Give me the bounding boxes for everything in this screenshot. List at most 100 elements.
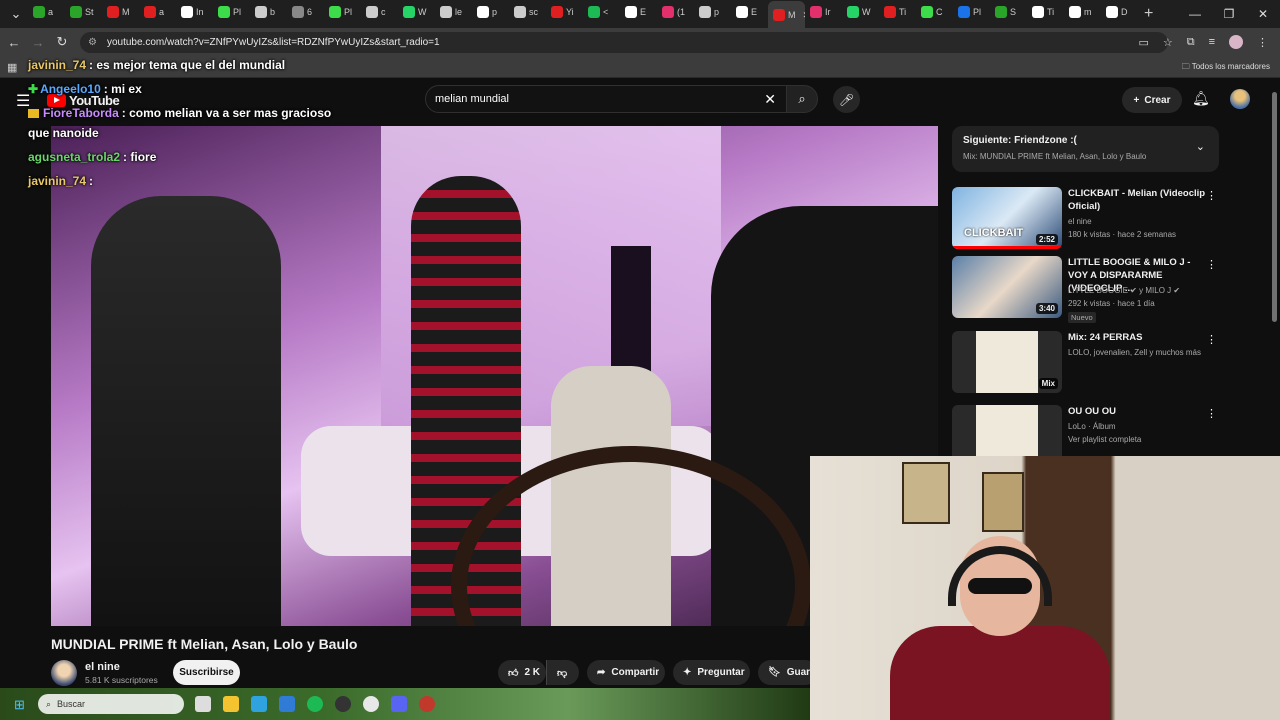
chrome-icon[interactable] [363,696,379,712]
file-explorer-icon[interactable] [223,696,239,712]
recommendation-channel[interactable]: el nine [1068,217,1092,226]
edge-icon[interactable] [251,696,267,712]
restore-icon[interactable]: ❐ [1212,0,1246,28]
video-thumbnail[interactable]: 3:40 [952,256,1062,318]
extensions-icon[interactable]: ⧉ [1187,36,1195,49]
browser-tab[interactable]: p [472,0,509,25]
tab-favicon-icon [1106,6,1118,18]
recommendation-item[interactable]: Mix Mix: 24 PERRAS LOLO, jovenalien, Zell … [952,331,1219,401]
recommendation-title[interactable]: OU OU OU [1068,405,1206,418]
dislike-button[interactable]: 👎︎ [546,660,579,685]
more-actions-icon[interactable]: ⋮ [1206,333,1217,346]
windows-start-icon[interactable]: ⊞ [14,697,25,713]
browser-tab[interactable]: a [139,0,176,25]
channel-avatar[interactable] [51,660,77,686]
site-info-icon[interactable]: ⚙ [88,37,97,48]
browser-tab[interactable]: M [102,0,139,25]
recommendation-item[interactable]: CLICKBAIT 2:52 CLICKBAIT - Melian (Videocl… [952,187,1219,257]
browser-tab[interactable]: Ti [879,0,916,25]
video-thumbnail[interactable]: CLICKBAIT 2:52 [952,187,1062,249]
browser-tab[interactable]: Pl [953,0,990,25]
tab-favicon-icon [440,6,452,18]
address-bar[interactable]: ⚙ youtube.com/watch?v=ZNfPYwUyIZs&list=R… [80,32,1168,53]
create-button[interactable]: + Crear [1122,87,1182,113]
channel-name[interactable]: el nine [85,661,120,673]
cast-icon[interactable]: ▭ [1138,36,1148,49]
all-bookmarks-folder[interactable]: 🗀 Todos los marcadores [1182,61,1270,75]
share-button[interactable]: ➦ Compartir [587,660,665,685]
recommendation-channel[interactable]: LoLo · Álbum [1068,422,1116,431]
browser-tab[interactable]: le [435,0,472,25]
browser-tab[interactable]: S [990,0,1027,25]
recommendation-title[interactable]: CLICKBAIT - Melian (Videoclip Oficial) [1068,187,1206,213]
apps-grid-icon[interactable]: ▦ [7,61,17,74]
browser-tab[interactable]: sc [509,0,546,25]
tab-search-icon[interactable]: ⌄ [4,6,28,22]
media-icon[interactable]: ≡ [1209,36,1215,48]
recommendation-channel[interactable]: LITTLE BOOGIE ✔ y MILO J ✔ [1068,286,1180,295]
browser-tab[interactable]: E [731,0,768,25]
profile-avatar[interactable] [1229,35,1243,49]
ask-button[interactable]: ✦ Preguntar [673,660,750,685]
browser-tab[interactable]: < [583,0,620,25]
browser-tab[interactable]: m [1064,0,1101,25]
page-scrollbar[interactable] [1272,92,1277,322]
browser-tab[interactable]: D [1101,0,1138,25]
more-actions-icon[interactable]: ⋮ [1206,407,1217,420]
back-icon[interactable]: ← [2,35,26,50]
subscribe-button[interactable]: Suscribirse [173,660,240,685]
voice-search-button[interactable]: 🎤︎ [833,86,860,113]
browser-tab[interactable]: c [361,0,398,25]
browser-tab[interactable]: W [398,0,435,25]
chevron-down-icon[interactable]: ⌄ [1196,140,1205,153]
discord-icon[interactable] [391,696,407,712]
browser-tab[interactable]: M✕ [768,1,805,29]
browser-tab[interactable]: Yi [546,0,583,25]
bookmark-star-icon[interactable]: ☆ [1163,36,1173,49]
recommendation-meta[interactable]: Ver playlist completa [1068,435,1141,444]
browser-tab[interactable]: E [620,0,657,25]
playlist-queue-header[interactable]: Siguiente: Friendzone :( Mix: MUNDIAL PR… [952,126,1219,172]
video-player[interactable] [51,126,938,626]
user-avatar[interactable] [1230,89,1250,109]
browser-tab[interactable]: Pl [213,0,250,25]
search-input[interactable]: melian mundial ✕ [425,85,787,113]
search-button[interactable]: ⌕ [786,85,818,113]
store-icon[interactable] [279,696,295,712]
video-thumbnail[interactable]: Mix [952,331,1062,393]
minimize-icon[interactable]: — [1178,0,1212,28]
tab-favicon-icon [810,6,822,18]
close-window-icon[interactable]: ✕ [1246,0,1280,28]
reload-icon[interactable]: ↻ [50,34,74,50]
browser-tab[interactable]: W [842,0,879,25]
more-actions-icon[interactable]: ⋮ [1206,258,1217,271]
task-view-icon[interactable] [195,696,211,712]
new-tab-button[interactable]: + [1144,5,1153,23]
browser-tab[interactable]: a [28,0,65,25]
recommendation-item[interactable]: 3:40 LITTLE BOOGIE & MILO J - VOY A DISPA… [952,256,1219,326]
browser-tab[interactable]: b [250,0,287,25]
browser-tab[interactable]: p [694,0,731,25]
browser-tab[interactable]: St [65,0,102,25]
notifications-bell-icon[interactable]: 🔔︎ [1192,90,1210,107]
taskbar-search-input[interactable]: ⌕ Buscar [38,694,184,714]
more-actions-icon[interactable]: ⋮ [1206,189,1217,202]
tab-label: Ti [899,7,907,17]
recommendation-channel[interactable]: LOLO, jovenalien, Zell y muchos más [1068,348,1201,357]
clear-search-icon[interactable]: ✕ [764,91,776,108]
obs-icon[interactable] [335,696,351,712]
browser-tab[interactable]: In [176,0,213,25]
browser-tab[interactable]: (1 [657,0,694,25]
browser-tab[interactable]: Pl [324,0,361,25]
recommendation-title[interactable]: Mix: 24 PERRAS [1068,331,1206,344]
browser-tab[interactable]: 6 [287,0,324,25]
spotify-icon[interactable] [307,696,323,712]
browser-tab[interactable]: C [916,0,953,25]
browser-tab[interactable]: Ir [805,0,842,25]
save-button[interactable]: 🔖︎ Guardar [758,660,818,685]
like-button[interactable]: 👍︎ 2 K [498,660,546,685]
menu-icon[interactable]: ⋮ [1257,36,1268,49]
forward-icon[interactable]: → [26,35,50,50]
app-icon[interactable] [419,696,435,712]
browser-tab[interactable]: Ti [1027,0,1064,25]
